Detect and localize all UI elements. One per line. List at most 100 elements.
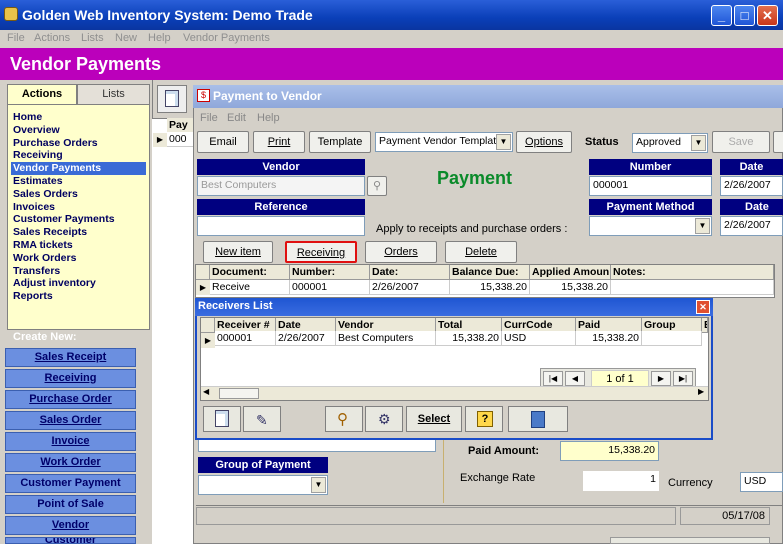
status-select[interactable]: Approved ▼ [632, 133, 708, 153]
last-page-icon[interactable]: ▶| [673, 371, 693, 386]
door-icon [531, 411, 545, 428]
first-page-icon[interactable]: |◀ [543, 371, 563, 386]
nav-rma-tickets[interactable]: RMA tickets [11, 239, 146, 252]
menu-new[interactable]: New [115, 32, 137, 44]
menu-lists[interactable]: Lists [81, 32, 104, 44]
help-button[interactable]: ? [465, 406, 503, 432]
nav-transfers[interactable]: Transfers [11, 265, 146, 278]
rrow-vendor[interactable]: Best Computers [336, 331, 436, 346]
prev-page-icon[interactable]: ◀ [565, 371, 585, 386]
vendor-field[interactable]: Best Computers [197, 176, 365, 196]
nav-estimates[interactable]: Estimates [11, 175, 146, 188]
menu-actions[interactable]: Actions [34, 32, 70, 44]
template-select[interactable]: Payment Vendor Templat ▼ [375, 132, 513, 152]
rrow-currcode[interactable]: USD [502, 331, 576, 346]
find-button[interactable]: ⚲ [325, 406, 363, 432]
menu-vendor-payments[interactable]: Vendor Payments [183, 32, 270, 44]
create-sales-receipt-button[interactable]: Sales Receipt [5, 348, 136, 367]
email-button[interactable]: Email [197, 131, 249, 153]
nav-customer-payments[interactable]: Customer Payments [11, 213, 146, 226]
exit-button[interactable] [508, 406, 568, 432]
group-of-payment-select[interactable]: ▼ [198, 475, 328, 495]
nav-purchase-orders[interactable]: Purchase Orders [11, 137, 146, 150]
lower-field-partial[interactable] [198, 438, 436, 452]
nav-sales-receipts[interactable]: Sales Receipts [11, 226, 146, 239]
receiving-button[interactable]: Receiving [285, 241, 357, 263]
tab-actions[interactable]: Actions [7, 84, 77, 104]
new-item-button[interactable]: New item [203, 241, 273, 263]
currency-field[interactable]: USD [740, 472, 783, 492]
date-paid-field[interactable]: 2/26/2007 [720, 216, 783, 236]
bottom-pager[interactable] [610, 537, 770, 544]
create-receiving-button[interactable]: Receiving [5, 369, 136, 388]
create-sales-order-button[interactable]: Sales Order [5, 411, 136, 430]
menu-file[interactable]: File [7, 32, 25, 44]
number-field[interactable]: 000001 [589, 176, 712, 196]
minimize-button[interactable]: _ [711, 5, 732, 26]
print-button[interactable]: Print [253, 131, 305, 153]
apply-row-document[interactable]: Receive [210, 280, 290, 295]
new-document-button[interactable] [157, 85, 187, 113]
apply-row-applied[interactable]: 15,338.20 [530, 280, 611, 295]
rrow-total[interactable]: 15,338.20 [436, 331, 502, 346]
scroll-left-icon[interactable]: ◀ [203, 387, 209, 396]
new-record-button[interactable] [203, 406, 241, 432]
rrow-paid[interactable]: 15,338.20 [576, 331, 642, 346]
create-vendor-button[interactable]: Vendor [5, 516, 136, 535]
create-point-of-sale-button[interactable]: Point of Sale [5, 495, 136, 514]
nav-adjust-inventory[interactable]: Adjust inventory [11, 277, 146, 290]
receivers-list-title: Receivers List [198, 300, 273, 312]
list-row-number[interactable]: 000 [167, 132, 194, 147]
apply-row-balance[interactable]: 15,338.20 [450, 280, 530, 295]
save-button[interactable]: Save [712, 131, 770, 153]
paid-amount-field[interactable]: 15,338.20 [560, 441, 659, 461]
nav-invoices[interactable]: Invoices [11, 201, 146, 214]
maximize-button[interactable]: □ [734, 5, 755, 26]
reference-field[interactable] [197, 216, 365, 236]
nav-home[interactable]: Home [11, 111, 146, 124]
options-button[interactable]: Options [516, 131, 572, 153]
rrow-receiver[interactable]: 000001 [215, 331, 276, 346]
apply-row-date[interactable]: 2/26/2007 [370, 280, 450, 295]
nav-vendor-payments[interactable]: Vendor Payments [11, 162, 146, 175]
next-page-icon[interactable]: ▶ [651, 371, 671, 386]
rrow-date[interactable]: 2/26/2007 [276, 331, 336, 346]
create-work-order-button[interactable]: Work Order [5, 453, 136, 472]
select-button[interactable]: Select [406, 406, 462, 432]
payment-method-select[interactable]: ▼ [589, 216, 712, 236]
nav-work-orders[interactable]: Work Orders [11, 252, 146, 265]
date-field[interactable]: 2/26/2007 [720, 176, 783, 196]
orders-button[interactable]: Orders [365, 241, 437, 263]
nav-overview[interactable]: Overview [11, 124, 146, 137]
status-value: Approved [636, 136, 681, 148]
tab-lists[interactable]: Lists [77, 84, 150, 104]
scroll-thumb[interactable] [219, 388, 259, 399]
nav-receiving[interactable]: Receiving [11, 149, 146, 162]
filter-button[interactable]: ⚙ [365, 406, 403, 432]
create-customer-button[interactable]: Customer [5, 537, 136, 544]
close-icon[interactable]: ✕ [696, 300, 710, 314]
child-menu-help[interactable]: Help [257, 112, 280, 124]
create-invoice-button[interactable]: Invoice [5, 432, 136, 451]
create-customer-payment-button[interactable]: Customer Payment [5, 474, 136, 493]
child-menu-edit[interactable]: Edit [227, 112, 246, 124]
exchange-rate-field[interactable]: 1 [583, 471, 659, 491]
child-menu-file[interactable]: File [200, 112, 218, 124]
scroll-right-icon[interactable]: ▶ [698, 387, 704, 396]
payments-list[interactable] [152, 118, 194, 544]
delete-button[interactable]: Delete [445, 241, 517, 263]
edit-record-button[interactable]: ✎ [243, 406, 281, 432]
page-banner: Vendor Payments [0, 48, 783, 80]
vendor-lookup-button[interactable]: ⚲ [367, 176, 387, 196]
close-button[interactable]: ✕ [757, 5, 778, 26]
apply-row-notes[interactable] [611, 280, 774, 295]
apply-row-number[interactable]: 000001 [290, 280, 370, 295]
horizontal-scrollbar[interactable]: ◀ ▶ [201, 386, 708, 400]
create-purchase-order-button[interactable]: Purchase Order [5, 390, 136, 409]
nav-reports[interactable]: Reports [11, 290, 146, 303]
template-button[interactable]: Template [309, 131, 371, 153]
nav-sales-orders[interactable]: Sales Orders [11, 188, 146, 201]
toolbar-more-button[interactable] [773, 131, 783, 153]
menu-help[interactable]: Help [148, 32, 171, 44]
rrow-group[interactable] [642, 331, 702, 346]
